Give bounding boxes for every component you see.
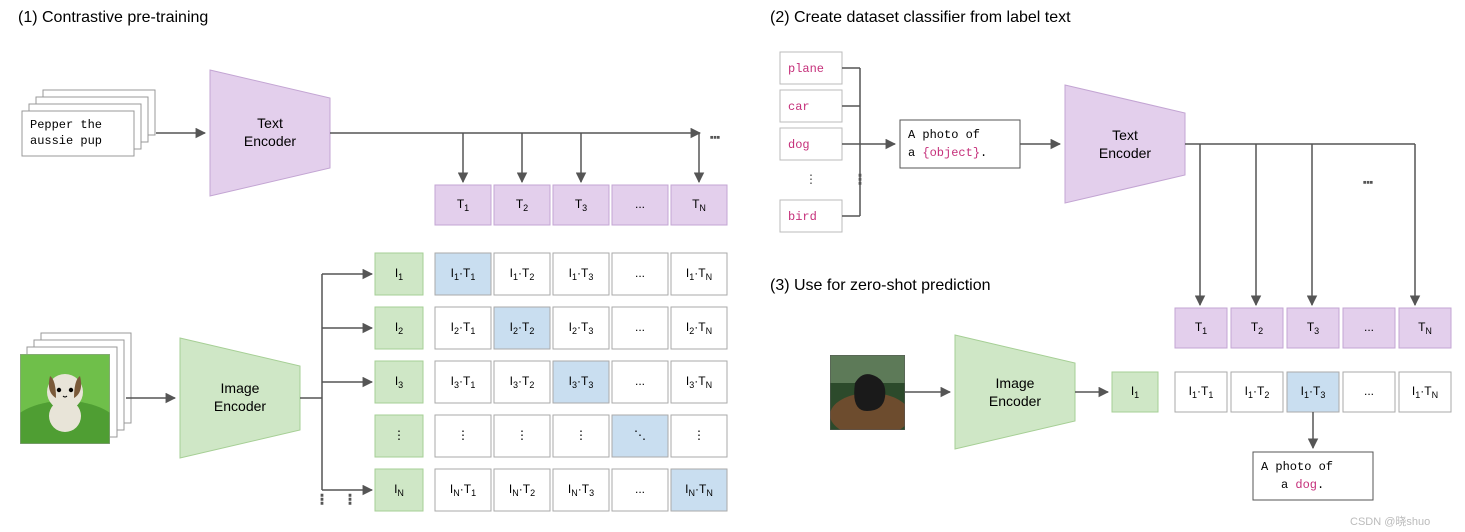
svg-text:...: ...: [635, 197, 645, 211]
image-encoder-label-2: Encoder: [214, 398, 266, 414]
caption-line-1: Pepper the: [30, 118, 102, 132]
arrow-group: ...: [1185, 144, 1415, 305]
arrow-group: ⋮: [842, 68, 895, 216]
caption-line-2: aussie pup: [30, 134, 102, 148]
svg-text:⋮: ⋮: [316, 492, 328, 506]
svg-text:...: ...: [1364, 384, 1374, 398]
result-line-1: A photo of: [1261, 460, 1333, 474]
text-input-stack: Pepper the aussie pup: [22, 90, 155, 156]
svg-text:⋮: ⋮: [516, 428, 528, 442]
svg-text:Encoder: Encoder: [1099, 145, 1151, 161]
svg-text:⋮: ⋮: [457, 428, 469, 442]
similarity-matrix: I1·T1 I1·T2 I1·T3 ... I1·TN I2·T1 I2·T2 …: [435, 253, 727, 511]
class-bird: bird: [788, 210, 817, 224]
svg-text:⋮: ⋮: [393, 428, 405, 442]
class-list: plane car dog ⋮ bird: [780, 52, 842, 232]
result-box: A photo of a dog.: [1253, 452, 1373, 500]
prompt-line-1: A photo of: [908, 128, 980, 142]
text-encoder-block-2: Text Encoder: [1065, 85, 1185, 203]
svg-text:...: ...: [710, 127, 720, 141]
svg-text:...: ...: [635, 266, 645, 280]
class-dog: dog: [788, 138, 810, 152]
image-input-stack: [10, 333, 131, 457]
score-row: I1·T1 I1·T2 I1·T3 ... I1·TN: [1175, 372, 1451, 412]
svg-text:⋮: ⋮: [693, 428, 705, 442]
svg-text:a {object}.: a {object}.: [908, 146, 987, 160]
svg-text:a dog.: a dog.: [1281, 478, 1324, 492]
i-column: I1 I2 I3 ⋮ IN: [375, 253, 423, 511]
svg-text:...: ...: [1364, 320, 1374, 334]
i1-embedding: I1: [1112, 372, 1158, 412]
svg-text:⋱: ⋱: [634, 428, 646, 442]
image-encoder-label-1: Image: [221, 380, 260, 396]
svg-text:⋮: ⋮: [805, 172, 817, 186]
class-plane: plane: [788, 62, 824, 76]
text-encoder-label-1: Text: [257, 115, 283, 131]
panel-1-title: (1) Contrastive pre-training: [18, 9, 208, 26]
svg-text:⋮: ⋮: [854, 172, 866, 186]
svg-text:...: ...: [635, 374, 645, 388]
panel-2-title: (2) Create dataset classifier from label…: [770, 9, 1071, 26]
arrow-group: ...: [330, 127, 720, 182]
image-encoder-block-2: Image Encoder: [955, 335, 1075, 449]
watermark: CSDN @晓shuo: [1350, 515, 1430, 528]
arrow-group: ⋮ ⋮: [300, 274, 372, 506]
text-encoder-label-2: Encoder: [244, 133, 296, 149]
t-header-row: T1 T2 T3 ... TN: [435, 185, 727, 225]
panel-3-title: (3) Use for zero-shot prediction: [770, 277, 991, 294]
svg-text:Encoder: Encoder: [989, 393, 1041, 409]
prompt-template-box: A photo of a {object}.: [900, 120, 1020, 168]
text-encoder-block: Text Encoder: [210, 70, 330, 196]
svg-text:...: ...: [1363, 172, 1373, 186]
class-car: car: [788, 100, 810, 114]
svg-text:⋮: ⋮: [344, 492, 356, 506]
svg-text:...: ...: [635, 482, 645, 496]
svg-text:Text: Text: [1112, 127, 1138, 143]
svg-text:Image: Image: [996, 375, 1035, 391]
t-row-panel3: T1 T2 T3 ... TN: [1175, 308, 1451, 348]
svg-text:⋮: ⋮: [575, 428, 587, 442]
svg-text:...: ...: [635, 320, 645, 334]
image-encoder-block: Image Encoder: [180, 338, 300, 458]
single-image: [830, 355, 910, 437]
